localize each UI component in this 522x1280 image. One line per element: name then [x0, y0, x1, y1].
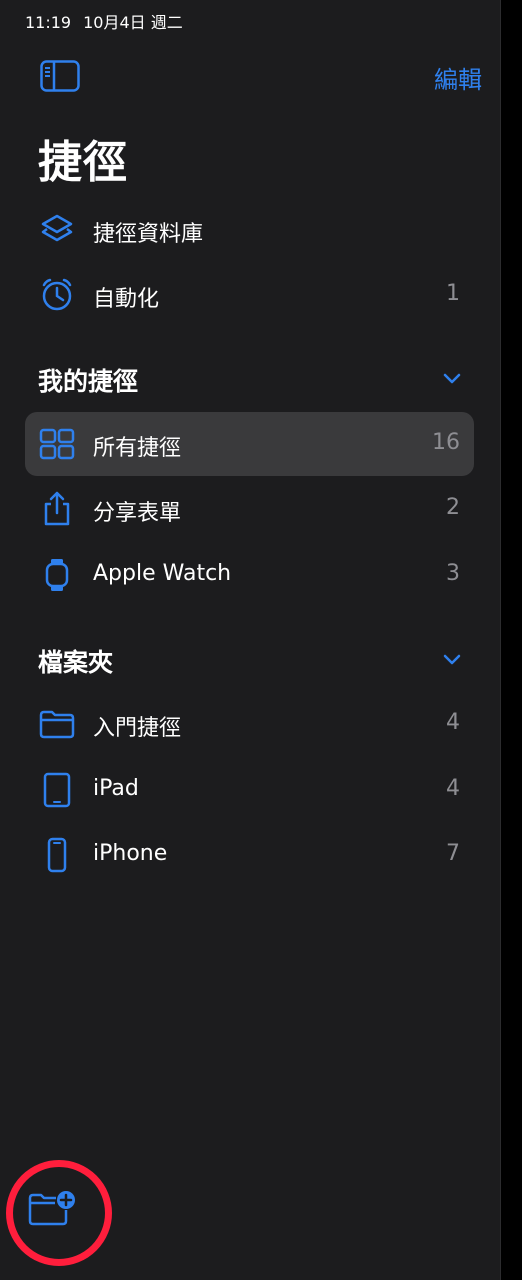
chevron-down-icon	[443, 654, 461, 665]
sidebar-item-count: 2	[446, 495, 460, 520]
sidebar-item-count: 7	[446, 841, 460, 866]
clock-icon	[42, 278, 72, 311]
split-divider[interactable]	[500, 0, 501, 1280]
edit-button[interactable]: 編輯	[434, 60, 482, 95]
folder-icon	[39, 710, 75, 739]
sidebar-toggle-button[interactable]	[40, 60, 80, 92]
highlight-circle-annotation	[6, 1160, 112, 1266]
page-title: 捷徑	[38, 137, 128, 188]
sidebar-item-count: 4	[446, 776, 460, 801]
sidebar-item-automation[interactable]: 自動化 1	[25, 263, 474, 327]
section-title: 檔案夾	[38, 648, 114, 677]
sidebar-item-label: Apple Watch	[93, 561, 232, 586]
chevron-down-icon	[443, 373, 461, 384]
sidebar-item-count: 16	[432, 430, 460, 455]
sidebar-item-count: 1	[446, 281, 460, 306]
sidebar-item-folder-iphone[interactable]: iPhone 7	[25, 823, 474, 887]
sidebar-item-label: 所有捷徑	[93, 436, 182, 461]
sidebar-item-apple-watch[interactable]: Apple Watch 3	[25, 543, 474, 607]
sidebar-item-label: 入門捷徑	[93, 716, 182, 741]
sidebar-item-folder-ipad[interactable]: iPad 4	[25, 758, 474, 822]
layers-icon	[41, 214, 73, 242]
sidebar-icon	[40, 60, 80, 92]
status-time: 11:19	[25, 13, 72, 32]
sidebar-item-count: 4	[446, 710, 460, 735]
sidebar-item-gallery[interactable]: 捷徑資料庫	[25, 198, 474, 262]
sidebar-item-count: 3	[446, 561, 460, 586]
status-bar: 11:19 10月4日 週二	[25, 9, 183, 33]
status-date: 10月4日 週二	[83, 13, 183, 32]
section-title: 我的捷徑	[38, 367, 139, 396]
ipad-icon	[43, 772, 71, 808]
sidebar-item-label: iPad	[93, 776, 139, 801]
section-folders[interactable]: 檔案夾	[38, 639, 470, 679]
grid-icon	[39, 428, 75, 460]
sidebar-item-label: 分享表單	[93, 501, 182, 526]
sidebar-item-label: iPhone	[93, 841, 168, 866]
sidebar-item-folder-starter[interactable]: 入門捷徑 4	[25, 692, 474, 756]
sidebar-item-all-shortcuts[interactable]: 所有捷徑 16	[25, 412, 474, 476]
share-icon	[44, 491, 70, 526]
sidebar-item-label: 自動化	[93, 287, 160, 312]
section-my-shortcuts[interactable]: 我的捷徑	[38, 358, 470, 398]
watch-icon	[45, 559, 69, 591]
sidebar-item-share-sheet[interactable]: 分享表單 2	[25, 477, 474, 541]
iphone-icon	[47, 837, 67, 873]
sidebar-item-label: 捷徑資料庫	[93, 222, 204, 247]
